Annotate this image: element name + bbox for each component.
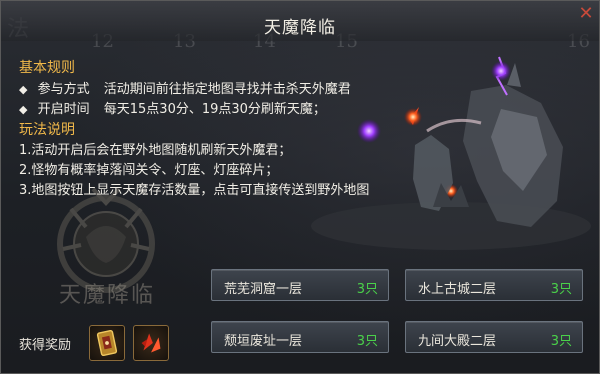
map-button-huangwu-cave-1[interactable]: 荒芜洞窟一层 3只 (211, 269, 389, 301)
demon-count: 3只 (550, 334, 572, 349)
close-icon: ✕ (578, 3, 594, 24)
rule-item: ◆ 开启时间 每天15点30分、19点30分刷新天魔； (19, 98, 326, 117)
map-button-ruins-1[interactable]: 颓垣废址一层 3只 (211, 321, 389, 353)
red-shard-icon (141, 333, 161, 353)
gameplay-line: 1.活动开启后会在野外地图随机刷新天外魔君； (19, 143, 292, 158)
rule-text: 活动期间前往指定地图寻找并击杀天外魔君 (103, 82, 351, 97)
map-name: 九间大殿二层 (418, 334, 497, 349)
close-button[interactable]: ✕ (577, 5, 595, 23)
gameplay-line: 3.地图按钮上显示天魔存活数量，点击可直接传送到野外地图 (19, 183, 370, 198)
rule-label: 开启时间 (37, 102, 90, 117)
map-name: 颓垣废址一层 (224, 334, 303, 349)
rules-heading: 基本规则 (19, 60, 75, 76)
demon-count: 3只 (356, 334, 378, 349)
map-name: 荒芜洞窟一层 (224, 282, 303, 297)
tianmo-event-dialog: 法 12 13 14 15 16 天魔降临 ✕ 天魔降临 (0, 0, 600, 374)
rule-item: ◆ 参与方式 活动期间前往指定地图寻找并击杀天外魔君 (19, 78, 351, 97)
gameplay-line: 2.怪物有概率掉落闯关令、灯座、灯座碎片； (19, 163, 279, 178)
reward-item-red-shard[interactable] (133, 325, 169, 361)
rewards-label: 获得奖励 (19, 338, 72, 353)
demon-count: 3只 (550, 282, 572, 297)
diamond-bullet-icon: ◆ (19, 83, 28, 96)
gameplay-heading: 玩法说明 (19, 122, 75, 138)
map-button-nine-halls-2[interactable]: 九间大殿二层 3只 (405, 321, 583, 353)
demon-count: 3只 (356, 282, 378, 297)
event-name-watermark: 天魔降临 (59, 283, 156, 308)
diamond-bullet-icon: ◆ (19, 103, 28, 116)
reward-item-lantern-token[interactable] (89, 325, 125, 361)
rule-label: 参与方式 (37, 82, 90, 97)
map-name: 水上古城二层 (418, 282, 497, 297)
lantern-token-icon (96, 329, 118, 357)
dialog-title: 天魔降临 (264, 18, 336, 38)
map-button-water-city-2[interactable]: 水上古城二层 3只 (405, 269, 583, 301)
rule-text: 每天15点30分、19点30分刷新天魔； (103, 102, 326, 117)
